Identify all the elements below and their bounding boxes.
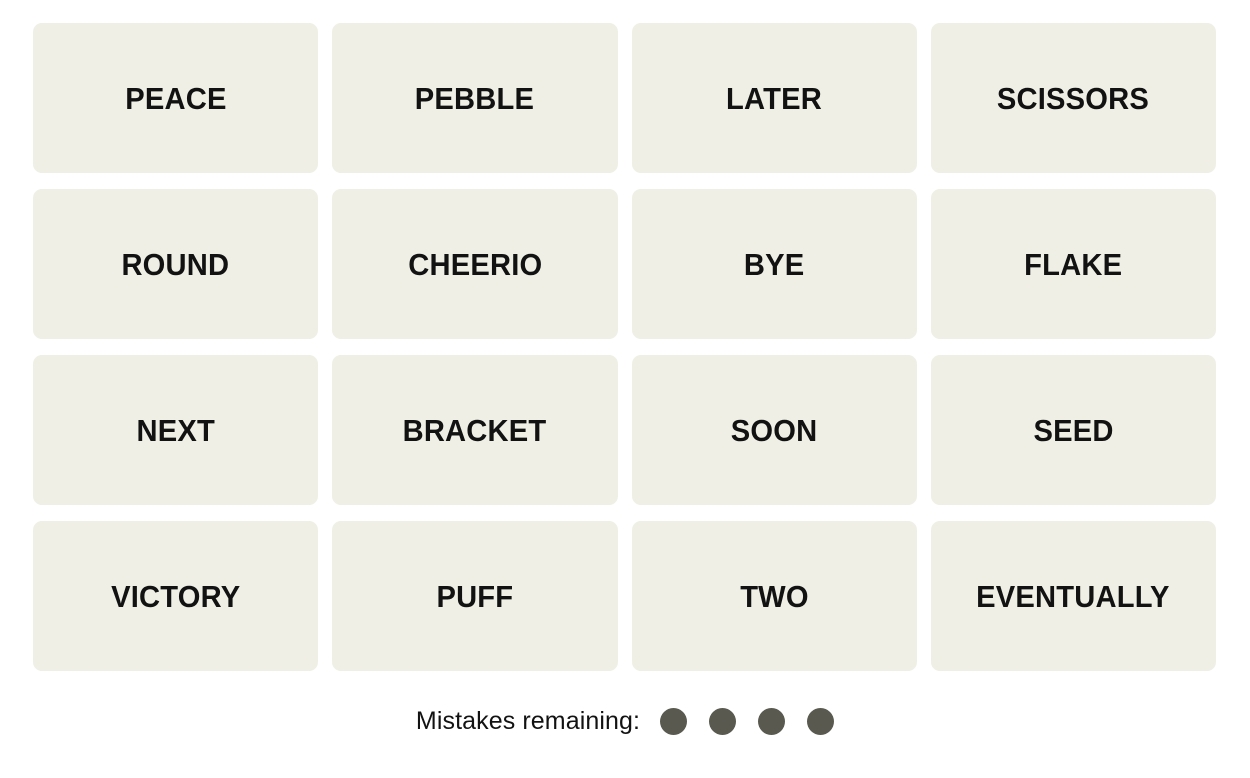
word-tile[interactable]: EVENTUALLY bbox=[930, 521, 1216, 671]
word-tile[interactable]: SEED bbox=[930, 355, 1216, 505]
word-tile[interactable]: ROUND bbox=[33, 189, 319, 339]
mistakes-remaining-label: Mistakes remaining: bbox=[415, 707, 641, 735]
word-tile-label: PEACE bbox=[124, 80, 227, 116]
connections-game: PEACE PEBBLE LATER SCISSORS ROUND CHEERI… bbox=[0, 0, 1250, 778]
word-tile-label: BYE bbox=[743, 246, 805, 282]
word-tile-label: EVENTUALLY bbox=[976, 578, 1171, 614]
word-tile-label: NEXT bbox=[136, 412, 215, 448]
word-tile[interactable]: FLAKE bbox=[930, 189, 1216, 339]
mistake-dot bbox=[758, 708, 786, 735]
word-tile-label: CHEERIO bbox=[407, 246, 542, 282]
word-tile[interactable]: PUFF bbox=[332, 521, 618, 671]
word-tile[interactable]: BYE bbox=[631, 189, 917, 339]
mistakes-dot-group bbox=[660, 708, 835, 735]
word-tile-label: PEBBLE bbox=[415, 80, 535, 116]
word-tile-label: VICTORY bbox=[110, 578, 241, 614]
word-tile-label: LATER bbox=[726, 80, 823, 116]
word-tile[interactable]: TWO bbox=[631, 521, 917, 671]
word-tile[interactable]: PEBBLE bbox=[332, 23, 618, 173]
word-tile-label: PUFF bbox=[436, 578, 514, 614]
word-tile[interactable]: BRACKET bbox=[332, 355, 618, 505]
word-tile-label: FLAKE bbox=[1024, 246, 1123, 282]
word-tile-label: SOON bbox=[730, 412, 818, 448]
mistake-dot bbox=[660, 708, 688, 735]
word-tile-label: TWO bbox=[739, 578, 809, 614]
mistakes-remaining: Mistakes remaining: bbox=[0, 708, 1250, 735]
word-tile[interactable]: SOON bbox=[631, 355, 917, 505]
mistake-dot bbox=[807, 708, 835, 735]
word-tile-label: SEED bbox=[1033, 412, 1114, 448]
word-tile[interactable]: SCISSORS bbox=[930, 23, 1216, 173]
word-grid: PEACE PEBBLE LATER SCISSORS ROUND CHEERI… bbox=[33, 23, 1216, 671]
word-tile[interactable]: VICTORY bbox=[33, 521, 319, 671]
word-tile[interactable]: CHEERIO bbox=[332, 189, 618, 339]
word-tile-label: ROUND bbox=[121, 246, 230, 282]
word-tile[interactable]: NEXT bbox=[33, 355, 319, 505]
word-tile-label: BRACKET bbox=[402, 412, 547, 448]
word-tile[interactable]: LATER bbox=[631, 23, 917, 173]
word-tile[interactable]: PEACE bbox=[33, 23, 319, 173]
mistake-dot bbox=[709, 708, 737, 735]
word-tile-label: SCISSORS bbox=[997, 80, 1150, 116]
